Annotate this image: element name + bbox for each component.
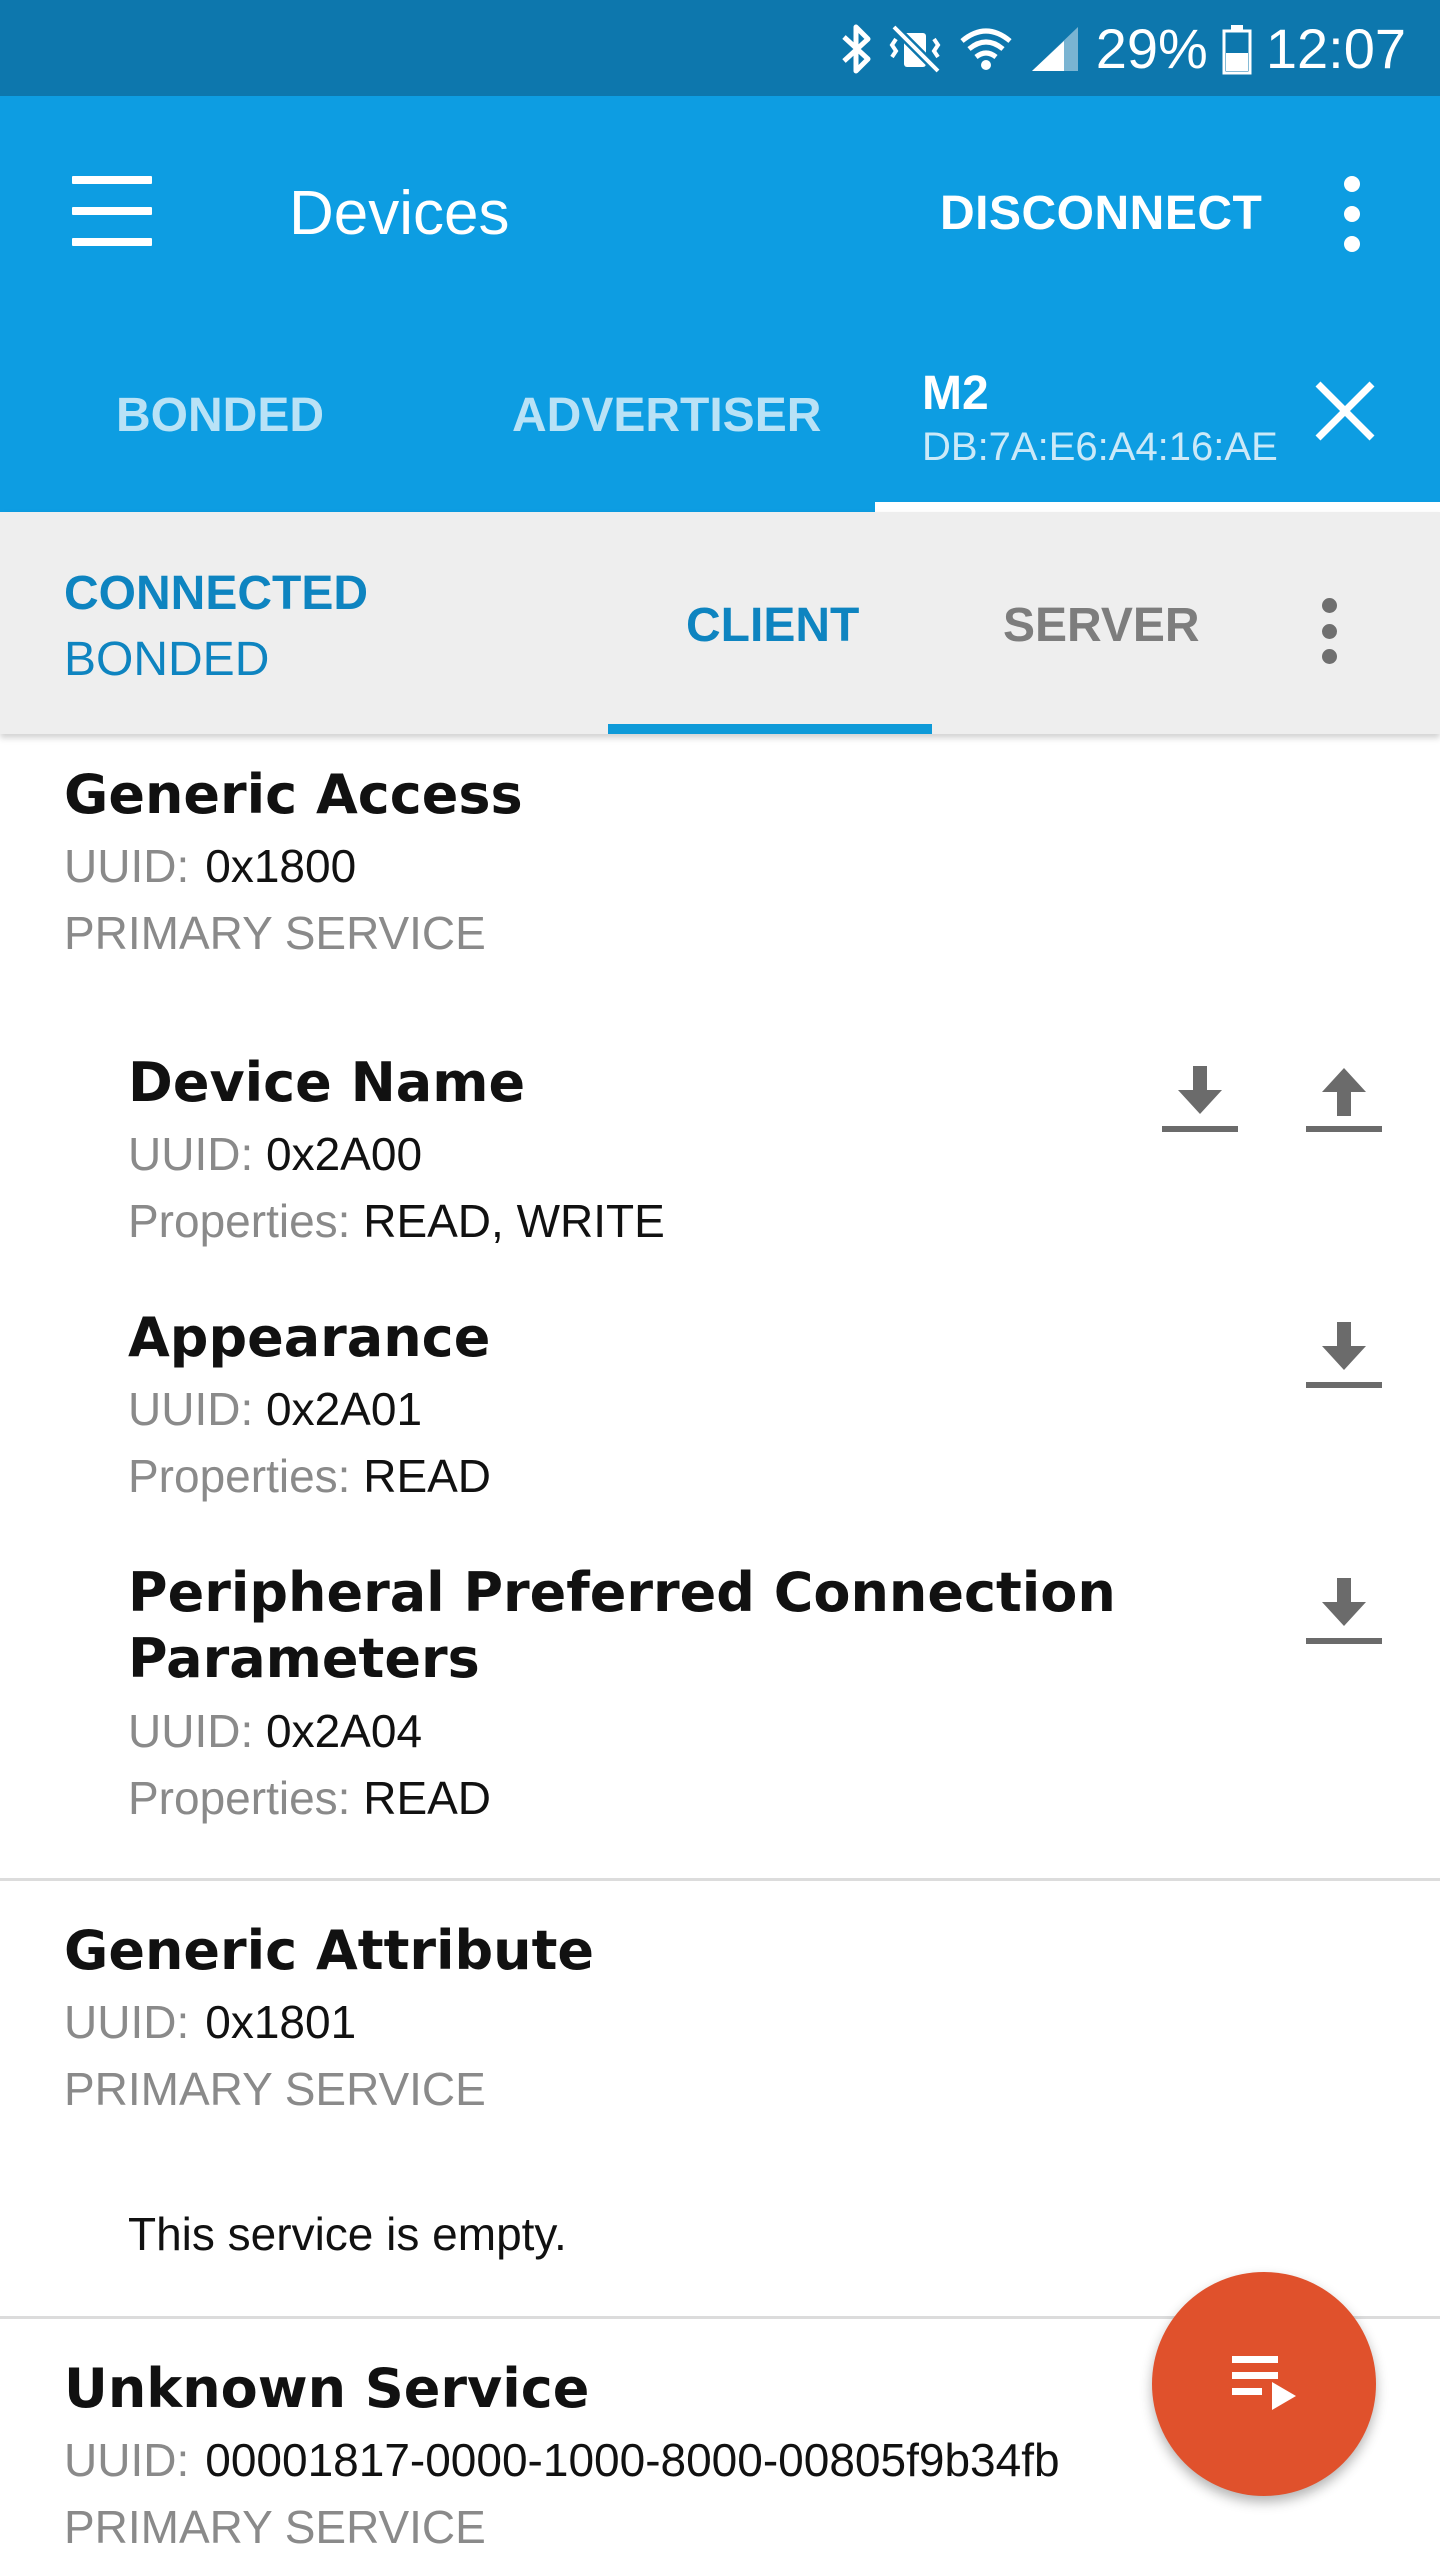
characteristic-uuid: UUID: 0x2A01 bbox=[128, 1383, 423, 1435]
tab-client[interactable]: CLIENT bbox=[686, 594, 859, 658]
more-options-icon[interactable] bbox=[1316, 598, 1342, 664]
empty-service-message: This service is empty. bbox=[128, 2208, 567, 2260]
app-bar: Devices DISCONNECT BONDED ADVERTISER M2 … bbox=[0, 96, 1440, 512]
characteristic-properties: Properties: READ, WRITE bbox=[128, 1195, 665, 1247]
characteristic-title[interactable]: Appearance bbox=[128, 1305, 490, 1371]
tab-server[interactable]: SERVER bbox=[1003, 594, 1200, 658]
characteristic-properties: Properties: READ bbox=[128, 1450, 492, 1502]
tab-device[interactable]: M2 DB:7A:E6:A4:16:AE bbox=[922, 366, 1278, 472]
service-title[interactable]: Unknown Service bbox=[64, 2356, 589, 2422]
service-title[interactable]: Generic Attribute bbox=[64, 1918, 594, 1984]
tab-indicator bbox=[608, 724, 932, 734]
menu-icon[interactable] bbox=[72, 176, 152, 246]
vibrate-icon bbox=[888, 19, 944, 79]
service-type: PRIMARY SERVICE bbox=[64, 2501, 486, 2553]
device-name: M2 bbox=[922, 367, 989, 420]
read-icon[interactable] bbox=[1158, 1060, 1242, 1136]
service-uuid: UUID: 00001817-0000-1000-8000-00805f9b34f… bbox=[64, 2434, 1060, 2486]
bond-state: BONDED bbox=[64, 633, 270, 686]
service-type: PRIMARY SERVICE bbox=[64, 2063, 486, 2115]
log-fab-button[interactable] bbox=[1152, 2272, 1376, 2496]
characteristic-uuid: UUID: 0x2A04 bbox=[128, 1705, 423, 1757]
cell-signal-icon bbox=[1028, 19, 1082, 79]
page-title: Devices bbox=[289, 179, 510, 248]
tab-advertiser[interactable]: ADVERTISER bbox=[512, 386, 821, 446]
divider bbox=[0, 1878, 1440, 1881]
battery-percent: 29% bbox=[1095, 17, 1208, 80]
battery-icon bbox=[1222, 19, 1252, 79]
more-options-icon[interactable] bbox=[1332, 176, 1372, 252]
characteristic-title[interactable]: Device Name bbox=[128, 1050, 525, 1116]
characteristic-title[interactable]: Peripheral Preferred Connection Paramete… bbox=[128, 1560, 1116, 1692]
device-address: DB:7A:E6:A4:16:AE bbox=[922, 425, 1278, 469]
service-uuid: UUID: 0x1801 bbox=[64, 1996, 357, 2048]
disconnect-button[interactable]: DISCONNECT bbox=[940, 182, 1262, 246]
playlist-play-icon bbox=[1228, 2350, 1300, 2419]
tab-indicator bbox=[875, 502, 1440, 512]
write-icon[interactable] bbox=[1302, 1060, 1386, 1136]
status-bar: 29% 12:07 bbox=[0, 0, 1440, 96]
characteristic-properties: Properties: READ bbox=[128, 1772, 492, 1824]
read-icon[interactable] bbox=[1302, 1316, 1386, 1392]
service-uuid: UUID: 0x1800 bbox=[64, 840, 357, 892]
connection-state: CONNECTED bbox=[64, 567, 369, 620]
wifi-icon bbox=[958, 19, 1014, 79]
bluetooth-icon bbox=[838, 19, 874, 79]
close-icon[interactable] bbox=[1310, 376, 1380, 446]
characteristic-uuid: UUID: 0x2A00 bbox=[128, 1128, 423, 1180]
service-type: PRIMARY SERVICE bbox=[64, 907, 486, 959]
service-title[interactable]: Generic Access bbox=[64, 762, 523, 828]
tab-bonded[interactable]: BONDED bbox=[116, 386, 324, 446]
connection-header: CONNECTED BONDED CLIENT SERVER bbox=[0, 512, 1440, 734]
read-icon[interactable] bbox=[1302, 1572, 1386, 1648]
clock: 12:07 bbox=[1265, 17, 1406, 80]
